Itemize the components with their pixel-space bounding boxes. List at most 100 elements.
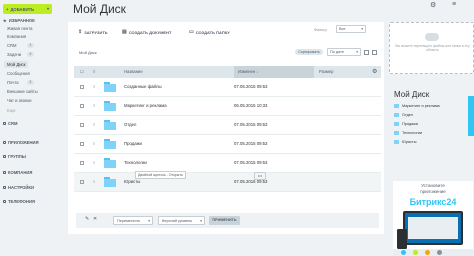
create-document-button[interactable]: ▤ СОЗДАТЬ ДОКУМЕНТ: [122, 29, 171, 35]
lamp-icon[interactable]: ⚙: [430, 1, 440, 11]
table-row[interactable]: ≡ Юристы 07.05.2015 09:53: [74, 173, 381, 192]
sidebar-item-my-drive[interactable]: Мой Диск: [4, 61, 29, 68]
row-checkbox[interactable]: [80, 161, 84, 165]
list-view-icon[interactable]: [364, 50, 369, 55]
tree-item[interactable]: Отдел: [394, 113, 413, 117]
sidebar-group-company[interactable]: КОМПАНИЯ: [3, 170, 32, 175]
sidebar-group-crm[interactable]: CRM: [3, 121, 18, 126]
target-folder-select[interactable]: Верхний уровень ▾: [158, 216, 205, 225]
file-date: 07.05.2015 09:53: [234, 160, 268, 165]
sidebar-item-more[interactable]: Ещё: [7, 108, 16, 113]
tree-item[interactable]: Продажи: [394, 122, 418, 126]
folder-icon: [394, 131, 399, 135]
breadcrumb[interactable]: Мой Диск: [79, 50, 97, 55]
tree-item[interactable]: Маркетинг и реклама: [394, 104, 440, 108]
row-menu-icon[interactable]: ≡: [93, 103, 96, 109]
file-name[interactable]: Маркетинг и реклама: [124, 103, 167, 108]
sidebar-group-telephony[interactable]: ТЕЛЕФОНИЯ: [3, 199, 35, 204]
sidebar-item-messages[interactable]: Сообщения: [7, 71, 30, 76]
folder-icon: [104, 158, 116, 168]
sort-button[interactable]: Сортировать: [295, 49, 323, 55]
tasks-count-badge: 2: [27, 52, 34, 57]
table-row[interactable]: ≡ Отдел 07.05.2015 09:53: [74, 116, 381, 135]
close-icon[interactable]: ✕: [93, 216, 97, 222]
column-name[interactable]: Название: [124, 69, 143, 74]
side-panel-tab[interactable]: [468, 96, 474, 136]
row-checkbox[interactable]: [80, 85, 84, 89]
plus-icon: +: [6, 6, 9, 12]
action-select[interactable]: Переместить ▾: [113, 216, 153, 225]
sidebar-item-chat[interactable]: Чат и звонки: [7, 98, 32, 103]
row-checkbox[interactable]: [80, 180, 84, 184]
document-icon: ▤: [122, 29, 127, 35]
chevron-down-icon: ▾: [356, 50, 358, 54]
search-icon[interactable]: [437, 250, 442, 255]
file-date: 06.05.2015 10:33: [234, 103, 268, 108]
column-size[interactable]: Размер: [319, 69, 333, 74]
table-row[interactable]: ≡ Продажи 07.05.2015 09:53: [74, 135, 381, 154]
row-menu-icon[interactable]: ≡: [93, 122, 96, 128]
filter-select[interactable]: Все ▾: [336, 25, 366, 33]
more-button[interactable]: •••: [254, 172, 266, 180]
settings-icon: [3, 186, 6, 189]
star-icon: ★: [3, 18, 7, 23]
pencil-icon[interactable]: ✎: [85, 216, 89, 222]
row-menu-icon[interactable]: ≡: [93, 141, 96, 147]
sidebar-item-feed[interactable]: Живая лента: [7, 26, 32, 31]
gear-icon[interactable]: ⚙: [372, 69, 378, 75]
row-menu-icon[interactable]: ≡: [93, 84, 96, 90]
main-panel: ⇪ ЗАГРУЗИТЬ ▤ СОЗДАТЬ ДОКУМЕНТ ▭ СОЗДАТЬ…: [68, 22, 384, 234]
favorites-group[interactable]: ★ ИЗБРАННОЕ: [3, 18, 35, 23]
sort-by-select[interactable]: По дате ▾: [327, 48, 361, 56]
app-promo[interactable]: Установите приложение Битрикс24: [393, 181, 473, 256]
promo-footer: [393, 249, 473, 256]
sidebar-item-tasks[interactable]: Задачи: [7, 52, 21, 57]
row-checkbox[interactable]: [80, 123, 84, 127]
row-checkbox[interactable]: [80, 142, 84, 146]
list-icon[interactable]: ≡: [452, 1, 462, 11]
chat-icon[interactable]: [401, 250, 406, 255]
table-header: ☐ ≡ Название Изменен ↓ Размер ⚙: [74, 66, 381, 78]
file-name[interactable]: Технологии: [124, 160, 147, 165]
phone-icon[interactable]: [413, 250, 418, 255]
table-row[interactable]: ≡ Созданные файлы 07.05.2015 09:53: [74, 78, 381, 97]
folder-icon: [104, 139, 116, 149]
file-name[interactable]: Юристы: [124, 179, 140, 184]
add-button[interactable]: + ДОБАВИТЬ ▾: [3, 4, 52, 14]
sidebar-item-company[interactable]: Компания: [7, 34, 26, 39]
file-name[interactable]: Отдел: [124, 122, 136, 127]
drop-zone[interactable]: Вы можете перетащить файлы или папки в э…: [389, 22, 474, 74]
sidebar-group-groups[interactable]: ГРУППЫ: [3, 154, 26, 159]
folder-icon: [104, 101, 116, 111]
upload-button[interactable]: ⇪ ЗАГРУЗИТЬ: [78, 29, 108, 35]
tree-item[interactable]: Юристы: [394, 140, 416, 144]
sidebar-group-apps[interactable]: ПРИЛОЖЕНИЯ: [3, 140, 39, 145]
tree-item[interactable]: Технологии: [394, 131, 422, 135]
apply-button[interactable]: ПРИМЕНИТЬ: [209, 216, 240, 225]
sidebar-item-mail[interactable]: Почта: [7, 80, 19, 85]
chevron-down-icon: ▾: [46, 6, 49, 11]
column-changed[interactable]: Изменен ↓: [238, 69, 258, 74]
file-name[interactable]: Созданные файлы: [124, 84, 162, 89]
table-row[interactable]: ≡ Маркетинг и реклама 06.05.2015 10:33: [74, 97, 381, 116]
folder-icon: [104, 82, 116, 92]
promo-line-1: Установите: [421, 183, 445, 188]
drop-zone-text: Вы можете перетащить файлы или папки в э…: [395, 44, 470, 52]
sidebar-item-crm[interactable]: CRM: [7, 43, 17, 48]
select-all-checkbox[interactable]: ☐: [80, 69, 84, 74]
menu-icon[interactable]: ≡: [93, 69, 95, 74]
sidebar-item-sites[interactable]: Внешние сайты: [7, 89, 38, 94]
row-checkbox[interactable]: [80, 104, 84, 108]
cloud-icon: [425, 33, 439, 41]
file-name[interactable]: Продажи: [124, 141, 142, 146]
sidebar-group-settings[interactable]: НАСТРОЙКИ: [3, 185, 34, 190]
table-row[interactable]: ≡ Технологии 07.05.2015 09:53: [74, 154, 381, 173]
right-panel-title: Мой Диск: [394, 90, 430, 99]
row-menu-icon[interactable]: ≡: [93, 179, 96, 185]
row-tooltip: Двойной щелчок - Открыть: [135, 171, 186, 179]
row-menu-icon[interactable]: ≡: [93, 160, 96, 166]
folder-icon: ▭: [189, 29, 194, 35]
grid-view-icon[interactable]: [372, 50, 377, 55]
notification-icon[interactable]: [425, 250, 430, 255]
create-folder-button[interactable]: ▭ СОЗДАТЬ ПАПКУ: [189, 29, 230, 35]
